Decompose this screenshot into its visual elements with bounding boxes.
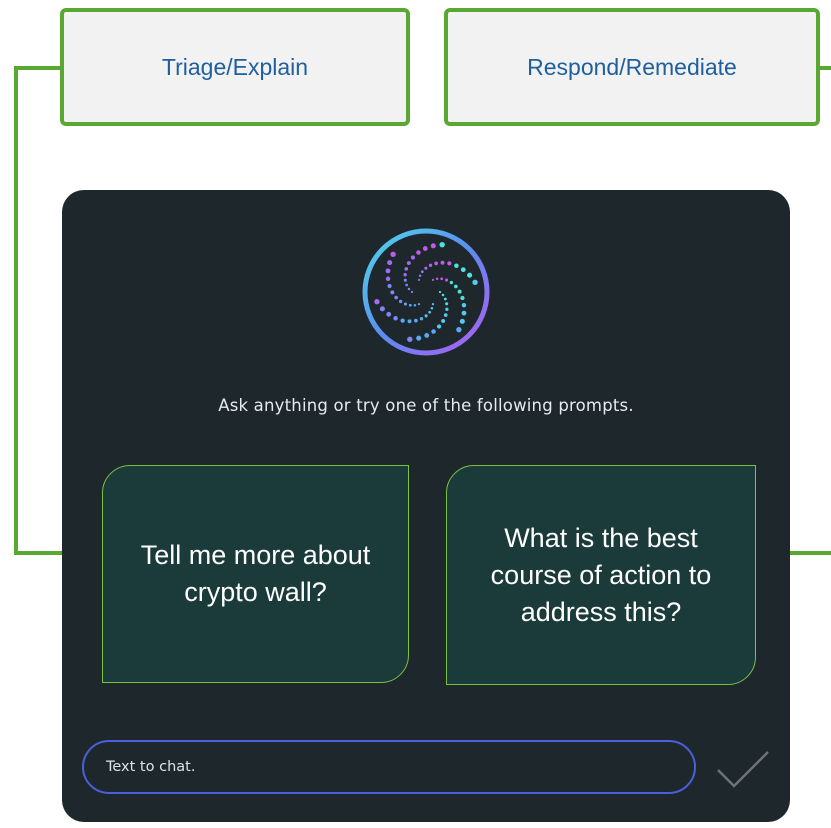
- spiral-dot: [410, 255, 416, 260]
- spiral-dot: [460, 295, 465, 301]
- spiral-dot: [414, 318, 418, 323]
- spiral-dot: [419, 317, 424, 321]
- spiral-dot: [398, 299, 403, 304]
- spiral-dot: [443, 297, 447, 301]
- spiral-dot: [428, 263, 433, 267]
- spiral-dot: [459, 318, 465, 324]
- spiral-dot: [443, 313, 448, 317]
- spiral-dot: [435, 277, 439, 280]
- spiral-dot: [422, 246, 428, 251]
- spiral-dot: [467, 272, 473, 278]
- spiral-dot: [394, 295, 398, 300]
- spiral-dot: [405, 283, 409, 287]
- respond-remediate-label: Respond/Remediate: [527, 53, 737, 80]
- spiral-dot: [424, 266, 428, 270]
- spiral-dot: [445, 307, 449, 311]
- respond-remediate-box: Respond/Remediate: [444, 8, 820, 126]
- spiral-dot: [461, 310, 467, 316]
- spiral-dot: [440, 277, 444, 281]
- triage-explain-box: Triage/Explain: [60, 8, 410, 126]
- spiral-dot: [403, 273, 407, 277]
- spiral-dot: [441, 293, 445, 297]
- spiral-dot: [387, 260, 393, 266]
- spiral-dot: [413, 304, 417, 307]
- spiral-dot: [445, 302, 449, 306]
- spiral-dots: [374, 241, 478, 343]
- spiral-dot: [407, 319, 412, 324]
- spiral-dot: [393, 316, 398, 321]
- spiral-dot: [424, 333, 430, 338]
- spiral-dot: [408, 303, 412, 307]
- spiral-dot: [438, 290, 442, 294]
- suggestion-card-course-of-action[interactable]: What is the best course of action to add…: [446, 465, 756, 685]
- triage-explain-label: Triage/Explain: [161, 53, 309, 80]
- spiral-dot: [410, 290, 414, 294]
- spiral-dot: [454, 284, 458, 289]
- spiral-dot: [430, 243, 436, 249]
- spiral-dot: [406, 261, 411, 266]
- diagram-canvas: Triage/Explain Respond/Remediate Ask any…: [0, 0, 831, 828]
- spiral-dot: [461, 302, 467, 308]
- spiral-dot: [400, 318, 405, 323]
- spiral-dot: [436, 324, 442, 329]
- spiral-dot: [390, 251, 396, 258]
- spiral-dot: [418, 274, 422, 278]
- spiral-dot: [416, 250, 421, 255]
- spiral-dot: [447, 261, 452, 266]
- spiral-dot: [445, 278, 449, 282]
- spiral-dot: [472, 279, 478, 286]
- spiral-dot: [385, 268, 391, 274]
- spiral-dot: [449, 280, 454, 285]
- suggestion-text: What is the best course of action to add…: [490, 522, 712, 627]
- spiral-dot: [460, 267, 466, 273]
- spiral-dot: [430, 306, 434, 310]
- prompt-intro-text: Ask anything or try one of the following…: [218, 396, 634, 415]
- spiral-dot: [417, 278, 421, 281]
- spiral-dot: [416, 335, 422, 341]
- spiral-dot: [403, 302, 407, 306]
- checkmark-icon[interactable]: [712, 746, 772, 792]
- spiral-dot: [379, 306, 385, 312]
- spiral-dot: [387, 283, 392, 289]
- spiral-dots-logo-icon: [362, 228, 490, 356]
- spiral-dot: [403, 278, 407, 282]
- spiral-dot: [439, 241, 445, 248]
- spiral-dot: [424, 314, 428, 318]
- chat-input[interactable]: [82, 740, 696, 794]
- chat-panel: Ask anything or try one of the following…: [62, 190, 790, 822]
- spiral-dot: [417, 303, 421, 306]
- spiral-dot: [390, 290, 395, 295]
- spiral-dot: [454, 263, 459, 268]
- spiral-dot: [420, 270, 424, 274]
- spiral-dot: [440, 260, 445, 265]
- spiral-dot: [374, 298, 380, 305]
- suggestion-card-crypto-wall[interactable]: Tell me more about crypto wall?: [102, 465, 409, 683]
- spiral-dot: [385, 276, 391, 282]
- spiral-dot: [431, 278, 435, 281]
- spiral-dot: [428, 310, 432, 314]
- spiral-dot: [386, 311, 392, 317]
- spiral-dot: [456, 326, 462, 333]
- spiral-dot: [407, 287, 411, 291]
- spiral-dot: [431, 303, 435, 306]
- spiral-dot: [457, 289, 462, 294]
- suggestion-text: Tell me more about crypto wall?: [140, 540, 371, 607]
- spiral-dot: [431, 329, 436, 334]
- spiral-dot: [404, 267, 409, 271]
- spiral-dot: [434, 261, 438, 266]
- spiral-dot: [441, 318, 446, 323]
- spiral-dot: [407, 336, 413, 343]
